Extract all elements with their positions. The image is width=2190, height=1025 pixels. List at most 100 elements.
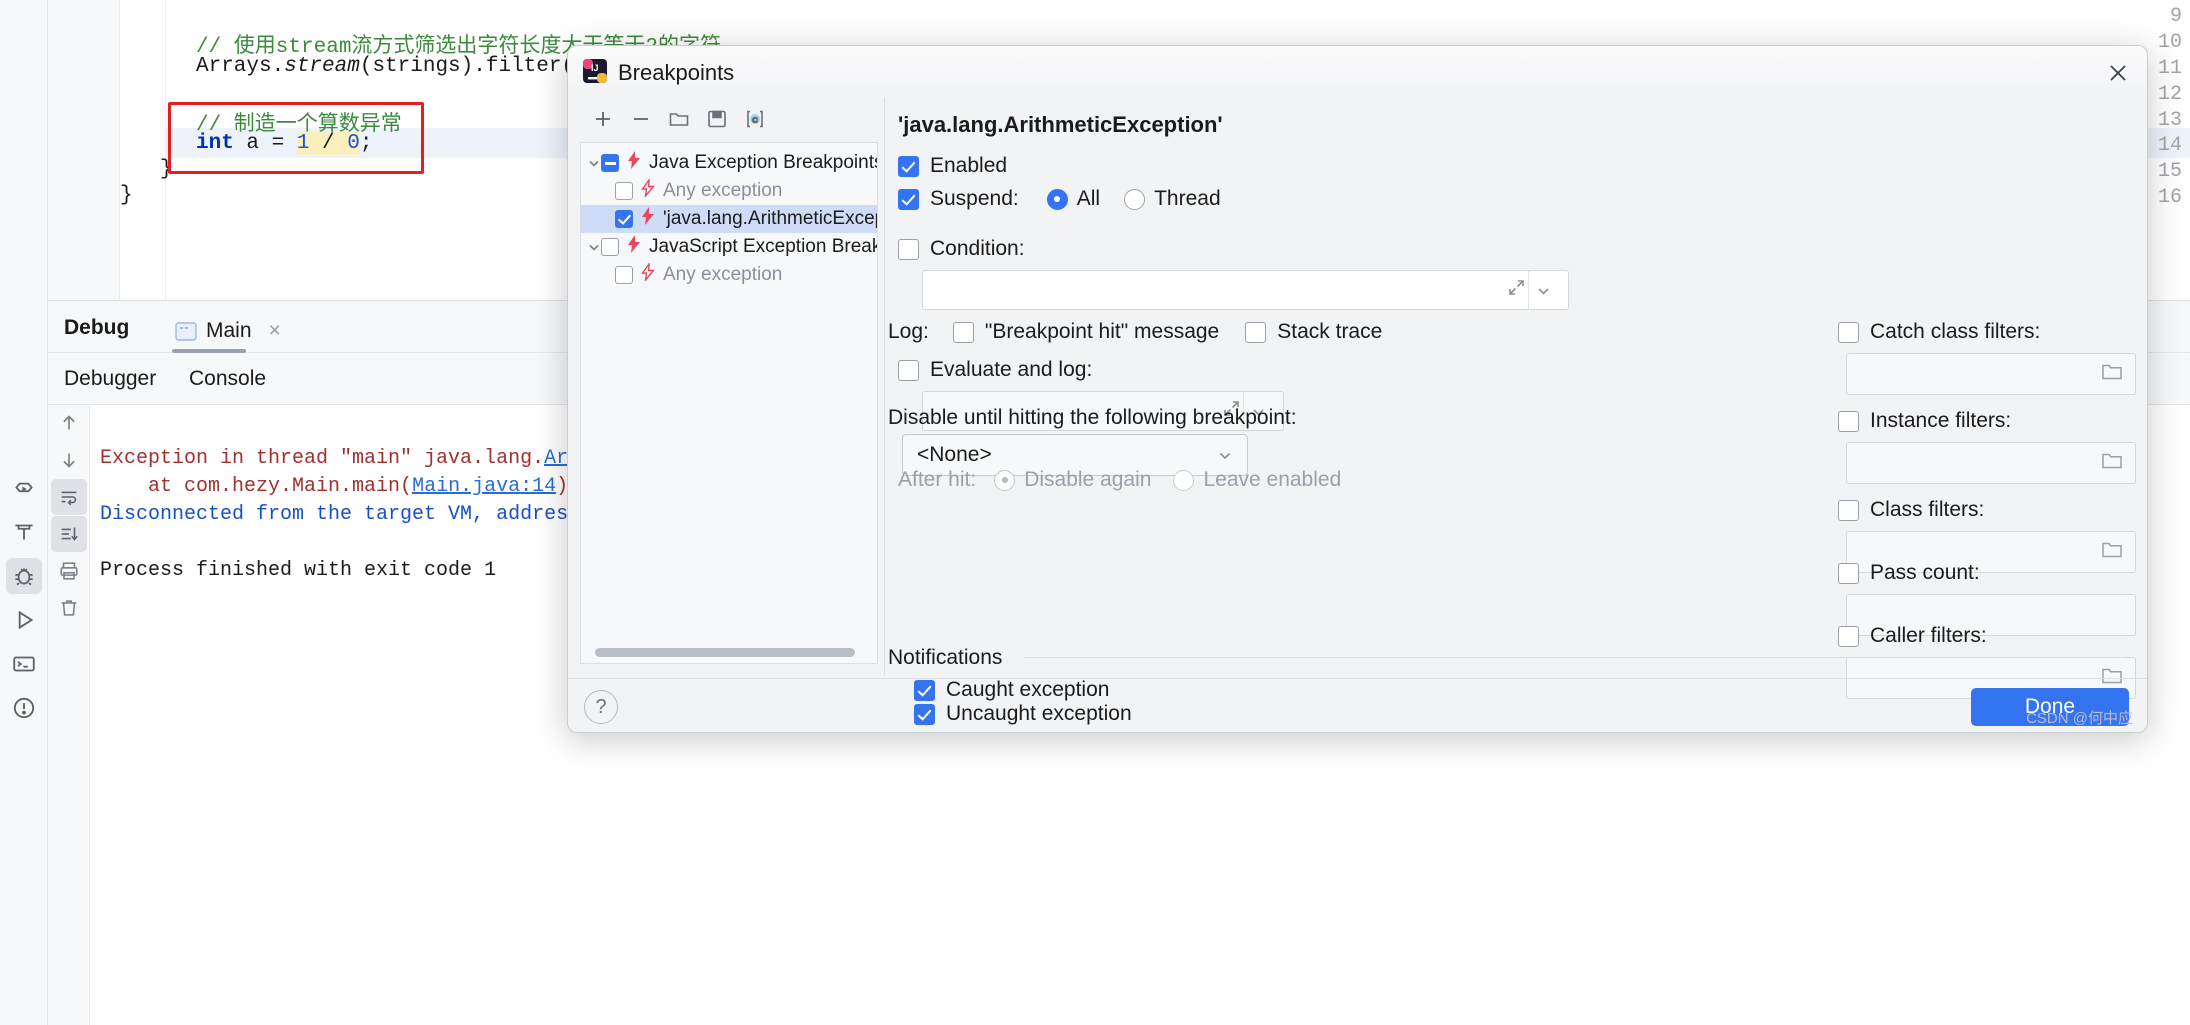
- tree-row-any-exception-java[interactable]: Any exception: [581, 177, 877, 205]
- catch-class-filters-label: Catch class filters:: [1870, 320, 2041, 343]
- tree-checkbox[interactable]: [601, 154, 619, 172]
- condition-input[interactable]: [922, 270, 1569, 310]
- catch-class-filters-row[interactable]: Catch class filters:: [1838, 320, 2040, 344]
- help-button[interactable]: ?: [584, 690, 618, 724]
- enabled-row[interactable]: Enabled: [898, 154, 1007, 178]
- chevron-down-icon[interactable]: [1528, 271, 1558, 309]
- after-hit-disable-radio[interactable]: [994, 469, 1016, 491]
- caught-exception-checkbox[interactable]: [914, 679, 935, 701]
- exception-bolt-icon: [640, 261, 656, 287]
- evaluate-and-log-checkbox[interactable]: [898, 359, 919, 381]
- disable-until-label: Disable until hitting the following brea…: [888, 406, 1297, 429]
- tree-checkbox[interactable]: [615, 210, 633, 228]
- code-token-zero: 0: [347, 132, 360, 155]
- pass-count-checkbox[interactable]: [1838, 562, 1859, 584]
- notifications-title: Notifications: [888, 646, 1003, 669]
- scroll-up-icon[interactable]: [51, 405, 87, 441]
- breakpoint-detail-pane: 'java.lang.ArithmeticException' Enabled …: [886, 98, 2147, 732]
- instance-filters-input[interactable]: [1846, 442, 2136, 484]
- tree-checkbox[interactable]: [615, 266, 633, 284]
- remove-breakpoint-icon[interactable]: [624, 102, 658, 136]
- code-token-stream: stream: [284, 55, 360, 78]
- tab-debugger[interactable]: Debugger: [64, 367, 156, 391]
- exception-bolt-icon: [640, 177, 656, 203]
- breakpoints-tree[interactable]: Java Exception Breakpoints Any exception…: [580, 142, 878, 664]
- disable-until-value: <None>: [917, 443, 992, 466]
- dialog-footer-divider: [568, 678, 2147, 679]
- tree-row-javascript-exception-breakpoints[interactable]: JavaScript Exception Breakpoint: [581, 233, 877, 261]
- pass-count-label: Pass count:: [1870, 561, 1980, 584]
- tab-main[interactable]: Main ×: [167, 310, 289, 352]
- instance-filters-row[interactable]: Instance filters:: [1838, 409, 2011, 433]
- after-hit-label: After hit:: [898, 468, 977, 491]
- instance-filters-checkbox[interactable]: [1838, 410, 1859, 432]
- tree-horizontal-scrollbar[interactable]: [595, 648, 855, 657]
- exception-bolt-icon: [626, 235, 642, 259]
- folder-icon[interactable]: [2101, 362, 2123, 387]
- suspend-row[interactable]: Suspend: All Thread: [898, 187, 1221, 211]
- chevron-down-icon[interactable]: [587, 156, 601, 170]
- soft-wrap-icon[interactable]: [51, 479, 87, 515]
- evaluate-and-log-row[interactable]: Evaluate and log:: [898, 358, 1092, 382]
- tree-row-label: 'java.lang.ArithmeticExceptio: [663, 208, 877, 229]
- close-icon[interactable]: [2103, 58, 2133, 88]
- code-line-division: int a = 1 / 0;: [196, 132, 372, 155]
- suspend-thread-radio[interactable]: [1124, 188, 1146, 210]
- console-link-location[interactable]: Main.java:14: [412, 475, 556, 498]
- scroll-to-end-icon[interactable]: [51, 516, 87, 552]
- stack-trace-checkbox[interactable]: [1245, 321, 1267, 343]
- tree-checkbox[interactable]: [601, 238, 619, 256]
- build-hammer-icon[interactable]: [6, 514, 42, 550]
- terminal-icon[interactable]: [6, 646, 42, 682]
- suspend-all-radio[interactable]: [1046, 188, 1068, 210]
- stack-trace-label: Stack trace: [1277, 320, 1383, 343]
- uncaught-exception-row[interactable]: Uncaught exception: [914, 702, 1132, 726]
- add-breakpoint-icon[interactable]: [586, 102, 620, 136]
- tree-row-any-exception-js[interactable]: Any exception: [581, 261, 877, 289]
- caller-filters-label: Caller filters:: [1870, 624, 1987, 647]
- log-message-checkbox[interactable]: [952, 321, 974, 343]
- group-by-folder-icon[interactable]: [662, 102, 696, 136]
- caller-filters-checkbox[interactable]: [1838, 625, 1859, 647]
- suspend-checkbox[interactable]: [898, 188, 919, 210]
- expand-editor-icon[interactable]: [1507, 278, 1526, 302]
- class-filters-checkbox[interactable]: [1838, 499, 1859, 521]
- tab-console[interactable]: Console: [189, 367, 266, 391]
- enabled-checkbox[interactable]: [898, 155, 919, 177]
- uncaught-exception-checkbox[interactable]: [914, 703, 935, 725]
- console-gutter-toolbar: [48, 405, 90, 1025]
- tree-row-arithmetic-exception[interactable]: 'java.lang.ArithmeticExceptio: [581, 205, 877, 233]
- run-play-icon[interactable]: [6, 602, 42, 638]
- pass-count-row[interactable]: Pass count:: [1838, 561, 1980, 585]
- chevron-down-icon[interactable]: [587, 240, 601, 254]
- tree-checkbox[interactable]: [615, 182, 633, 200]
- catch-class-filters-checkbox[interactable]: [1838, 321, 1859, 343]
- tab-close-icon[interactable]: ×: [269, 319, 281, 343]
- after-hit-leave-radio[interactable]: [1173, 469, 1195, 491]
- code-token-one: 1: [296, 132, 310, 155]
- move-to-group-icon[interactable]: [700, 102, 734, 136]
- console-text: Exception in thread "main" java.lang.: [100, 447, 545, 470]
- evaluate-and-log-label: Evaluate and log:: [930, 358, 1093, 381]
- run-widget-icon[interactable]: [6, 470, 42, 506]
- condition-checkbox[interactable]: [898, 238, 919, 260]
- scroll-down-icon[interactable]: [51, 442, 87, 478]
- condition-row[interactable]: Condition:: [898, 237, 1025, 261]
- print-icon[interactable]: [51, 553, 87, 589]
- problems-icon[interactable]: [6, 690, 42, 726]
- caught-exception-row[interactable]: Caught exception: [914, 678, 1109, 702]
- breakpoints-dialog: IJ Breakpoints C Java Exception Breakpoi…: [567, 45, 2148, 733]
- debug-bug-icon[interactable]: [6, 558, 42, 594]
- breakpoint-list-toolbar: C: [576, 98, 876, 142]
- tree-row-java-exception-breakpoints[interactable]: Java Exception Breakpoints: [581, 149, 877, 177]
- edit-description-icon[interactable]: C: [738, 102, 772, 136]
- clear-all-icon[interactable]: [51, 590, 87, 626]
- class-filters-row[interactable]: Class filters:: [1838, 498, 1984, 522]
- folder-icon[interactable]: [2101, 540, 2123, 565]
- caller-filters-row[interactable]: Caller filters:: [1838, 624, 1987, 648]
- tab-main-label: Main: [206, 319, 252, 342]
- after-hit-disable-label: Disable again: [1024, 468, 1152, 491]
- breakpoint-gutter[interactable]: [120, 0, 166, 300]
- folder-icon[interactable]: [2101, 451, 2123, 476]
- catch-class-filters-input[interactable]: [1846, 353, 2136, 395]
